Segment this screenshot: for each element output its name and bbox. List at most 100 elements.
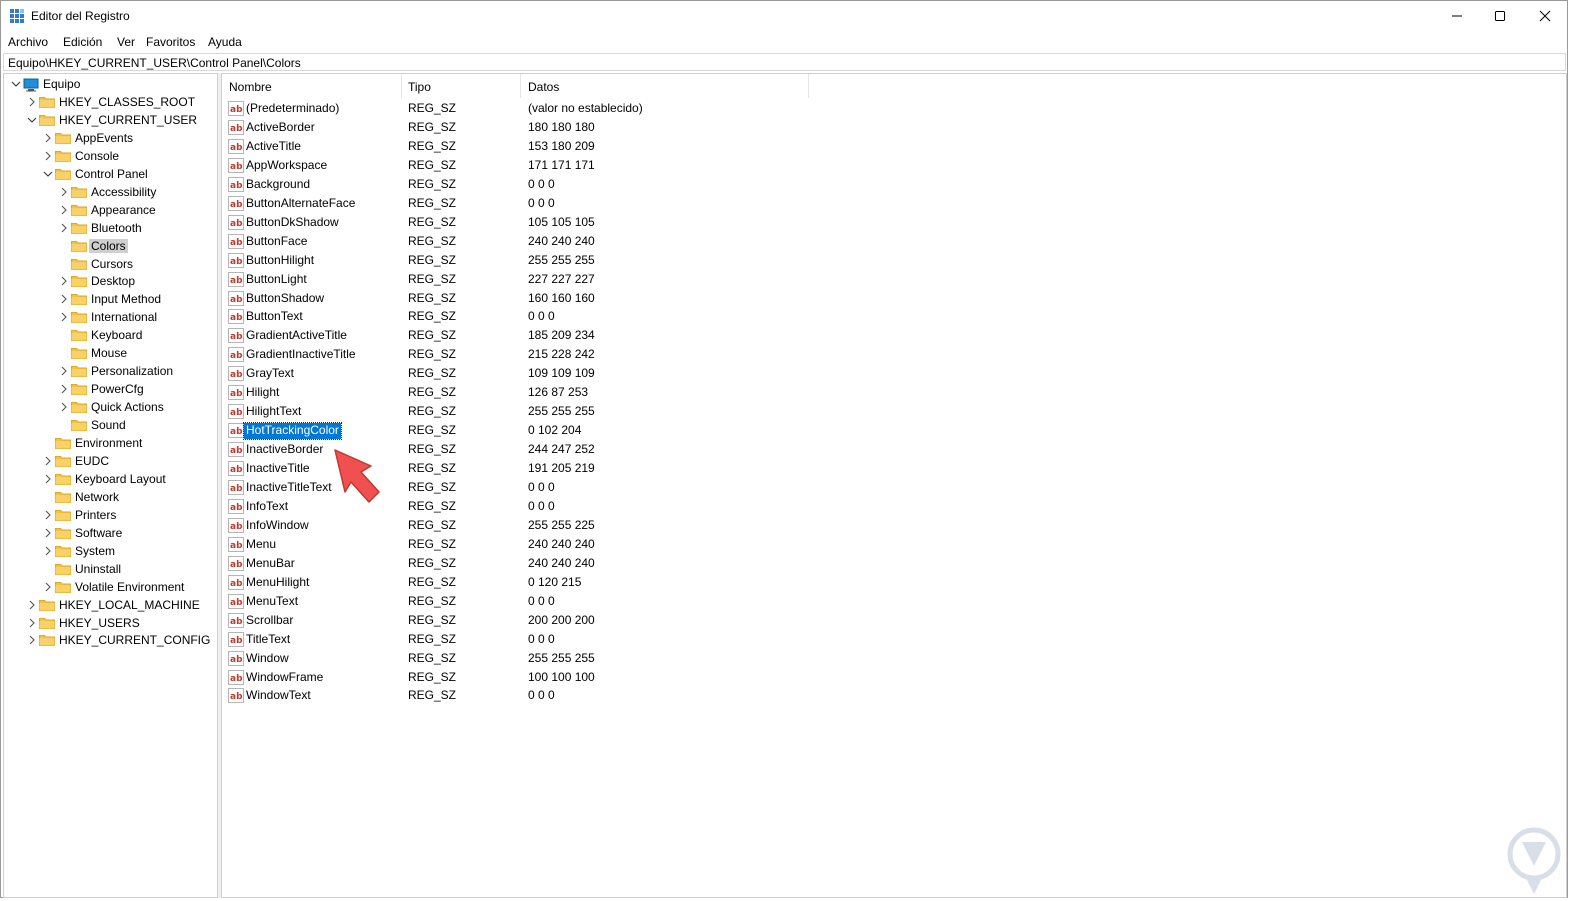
value-row[interactable]: ab Window REG_SZ 255 255 255 bbox=[222, 649, 1566, 668]
column-header-datos[interactable]: Datos bbox=[528, 80, 559, 94]
value-row[interactable]: ab ActiveTitle REG_SZ 153 180 209 bbox=[222, 137, 1566, 156]
tree-node[interactable]: Sound bbox=[4, 416, 217, 434]
chevron-right-icon[interactable] bbox=[42, 473, 54, 485]
menu-ver[interactable]: Ver bbox=[117, 35, 135, 49]
value-row[interactable]: ab (Predeterminado) REG_SZ (valor no establ… bbox=[222, 99, 1566, 118]
value-row[interactable]: ab InfoText REG_SZ 0 0 0 bbox=[222, 497, 1566, 516]
value-row[interactable]: ab ButtonLight REG_SZ 227 227 227 bbox=[222, 270, 1566, 289]
value-row[interactable]: ab HotTrackingColor REG_SZ 0 102 204 bbox=[222, 421, 1566, 441]
chevron-right-icon[interactable] bbox=[42, 581, 54, 593]
maximize-button[interactable] bbox=[1477, 1, 1523, 31]
tree-node[interactable]: HKEY_USERS bbox=[4, 614, 217, 632]
value-row[interactable]: ab ActiveBorder REG_SZ 180 180 180 bbox=[222, 118, 1566, 137]
tree-node[interactable]: Control Panel bbox=[4, 165, 217, 183]
tree-node[interactable]: EUDC bbox=[4, 452, 217, 470]
value-row[interactable]: ab WindowText REG_SZ 0 0 0 bbox=[222, 686, 1566, 705]
tree-node[interactable]: Equipo bbox=[4, 75, 217, 93]
minimize-button[interactable] bbox=[1434, 1, 1480, 31]
value-row[interactable]: ab GradientInactiveTitle REG_SZ 215 228 242 bbox=[222, 345, 1566, 364]
tree-node[interactable]: Input Method bbox=[4, 290, 217, 308]
tree-node[interactable]: Mouse bbox=[4, 344, 217, 362]
value-row[interactable]: ab ButtonShadow REG_SZ 160 160 160 bbox=[222, 289, 1566, 308]
value-row[interactable]: ab AppWorkspace REG_SZ 171 171 171 bbox=[222, 156, 1566, 175]
chevron-right-icon[interactable] bbox=[42, 527, 54, 539]
tree-node[interactable]: Environment bbox=[4, 434, 217, 452]
tree-node[interactable]: HKEY_CURRENT_USER bbox=[4, 111, 217, 129]
chevron-right-icon[interactable] bbox=[58, 275, 70, 287]
value-row[interactable]: ab ButtonAlternateFace REG_SZ 0 0 0 bbox=[222, 194, 1566, 213]
menu-archivo[interactable]: Archivo bbox=[8, 35, 48, 49]
value-row[interactable]: ab InactiveTitleText REG_SZ 0 0 0 bbox=[222, 478, 1566, 497]
value-row[interactable]: ab ButtonHilight REG_SZ 255 255 255 bbox=[222, 251, 1566, 270]
tree-node[interactable]: HKEY_LOCAL_MACHINE bbox=[4, 596, 217, 614]
tree-node[interactable]: Colors bbox=[4, 237, 217, 255]
tree-node[interactable]: Personalization bbox=[4, 362, 217, 380]
value-row[interactable]: ab ButtonText REG_SZ 0 0 0 bbox=[222, 307, 1566, 326]
value-row[interactable]: ab Scrollbar REG_SZ 200 200 200 bbox=[222, 611, 1566, 630]
value-row[interactable]: ab WindowFrame REG_SZ 100 100 100 bbox=[222, 668, 1566, 687]
tree-node[interactable]: Console bbox=[4, 147, 217, 165]
chevron-right-icon[interactable] bbox=[26, 599, 38, 611]
tree-node[interactable]: PowerCfg bbox=[4, 380, 217, 398]
column-divider[interactable] bbox=[808, 74, 809, 98]
chevron-right-icon[interactable] bbox=[58, 365, 70, 377]
chevron-right-icon[interactable] bbox=[42, 509, 54, 521]
chevron-right-icon[interactable] bbox=[42, 132, 54, 144]
tree-node[interactable]: HKEY_CURRENT_CONFIG bbox=[4, 631, 217, 649]
tree-node[interactable]: HKEY_CLASSES_ROOT bbox=[4, 93, 217, 111]
value-row[interactable]: ab MenuHilight REG_SZ 0 120 215 bbox=[222, 573, 1566, 592]
chevron-right-icon[interactable] bbox=[58, 311, 70, 323]
tree-node[interactable]: Network bbox=[4, 488, 217, 506]
chevron-down-icon[interactable] bbox=[26, 114, 38, 126]
tree-node[interactable]: Keyboard bbox=[4, 326, 217, 344]
chevron-right-icon[interactable] bbox=[58, 186, 70, 198]
tree-node[interactable]: Appearance bbox=[4, 201, 217, 219]
chevron-right-icon[interactable] bbox=[58, 204, 70, 216]
tree-node[interactable]: Volatile Environment bbox=[4, 578, 217, 596]
tree-node[interactable]: Uninstall bbox=[4, 560, 217, 578]
tree-node[interactable]: Software bbox=[4, 524, 217, 542]
chevron-right-icon[interactable] bbox=[58, 383, 70, 395]
value-row[interactable]: ab ButtonFace REG_SZ 240 240 240 bbox=[222, 232, 1566, 251]
value-row[interactable]: ab MenuText REG_SZ 0 0 0 bbox=[222, 592, 1566, 611]
tree-node[interactable]: Cursors bbox=[4, 255, 217, 273]
value-row[interactable]: ab TitleText REG_SZ 0 0 0 bbox=[222, 630, 1566, 649]
chevron-down-icon[interactable] bbox=[10, 78, 22, 90]
chevron-right-icon[interactable] bbox=[42, 455, 54, 467]
chevron-down-icon[interactable] bbox=[42, 168, 54, 180]
value-row[interactable]: ab GradientActiveTitle REG_SZ 185 209 234 bbox=[222, 326, 1566, 345]
chevron-right-icon[interactable] bbox=[26, 96, 38, 108]
value-row[interactable]: ab InactiveTitle REG_SZ 191 205 219 bbox=[222, 459, 1566, 478]
value-row[interactable]: ab Background REG_SZ 0 0 0 bbox=[222, 175, 1566, 194]
tree-node[interactable]: International bbox=[4, 308, 217, 326]
tree-node[interactable]: AppEvents bbox=[4, 129, 217, 147]
tree-node[interactable]: Bluetooth bbox=[4, 219, 217, 237]
tree-node[interactable]: Accessibility bbox=[4, 183, 217, 201]
tree-node[interactable]: Keyboard Layout bbox=[4, 470, 217, 488]
column-divider[interactable] bbox=[401, 74, 402, 98]
column-header-tipo[interactable]: Tipo bbox=[408, 80, 431, 94]
value-row[interactable]: ab MenuBar REG_SZ 240 240 240 bbox=[222, 554, 1566, 573]
chevron-right-icon[interactable] bbox=[42, 150, 54, 162]
value-row[interactable]: ab ButtonDkShadow REG_SZ 105 105 105 bbox=[222, 213, 1566, 232]
chevron-right-icon[interactable] bbox=[58, 293, 70, 305]
chevron-right-icon[interactable] bbox=[58, 222, 70, 234]
value-row[interactable]: ab Menu REG_SZ 240 240 240 bbox=[222, 535, 1566, 554]
value-row[interactable]: ab GrayText REG_SZ 109 109 109 bbox=[222, 364, 1566, 383]
chevron-right-icon[interactable] bbox=[42, 545, 54, 557]
value-row[interactable]: ab HilightText REG_SZ 255 255 255 bbox=[222, 402, 1566, 421]
chevron-right-icon[interactable] bbox=[58, 401, 70, 413]
menu-edicion[interactable]: Edición bbox=[63, 35, 102, 49]
value-row[interactable]: ab Hilight REG_SZ 126 87 253 bbox=[222, 383, 1566, 402]
address-bar[interactable]: Equipo\HKEY_CURRENT_USER\Control Panel\C… bbox=[3, 53, 1566, 71]
column-header-nombre[interactable]: Nombre bbox=[229, 80, 272, 94]
chevron-right-icon[interactable] bbox=[26, 634, 38, 646]
tree-node[interactable]: Printers bbox=[4, 506, 217, 524]
chevron-right-icon[interactable] bbox=[26, 617, 38, 629]
menu-ayuda[interactable]: Ayuda bbox=[208, 35, 242, 49]
value-row[interactable]: ab InfoWindow REG_SZ 255 255 225 bbox=[222, 516, 1566, 535]
values-list-pane[interactable]: Nombre Tipo Datos ab (Predeterminado) REG_… bbox=[221, 73, 1567, 898]
close-button[interactable] bbox=[1522, 1, 1568, 31]
tree-node[interactable]: Desktop bbox=[4, 272, 217, 290]
tree-node[interactable]: Quick Actions bbox=[4, 398, 217, 416]
